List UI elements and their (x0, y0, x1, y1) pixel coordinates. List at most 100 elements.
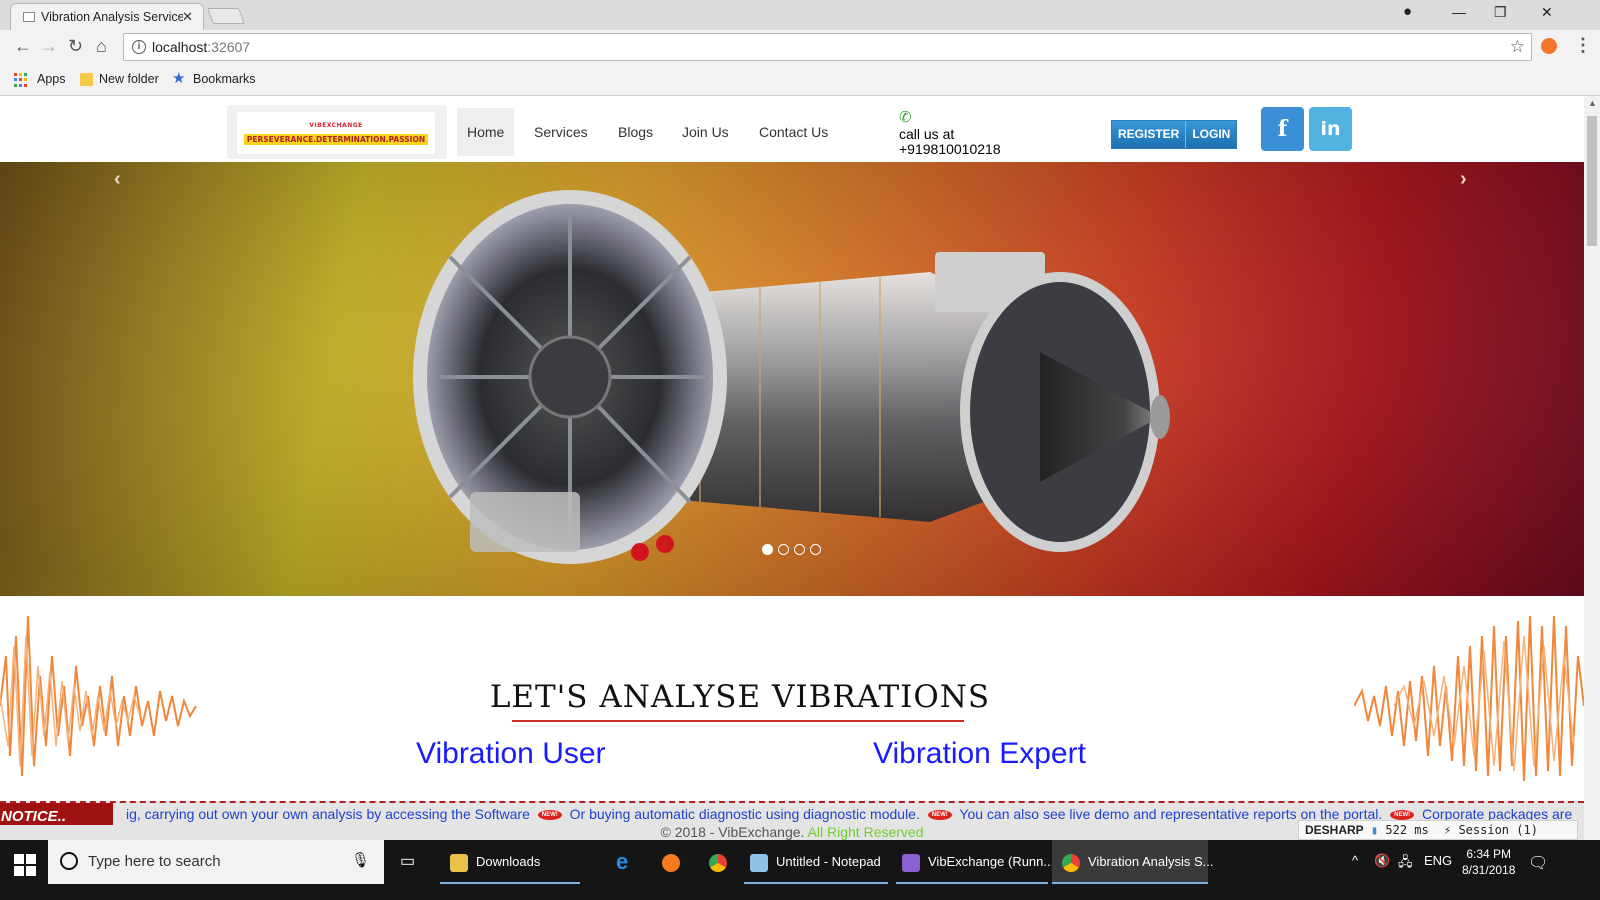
apps-grid-icon[interactable] (14, 73, 28, 87)
tab-close-icon[interactable]: ✕ (182, 9, 193, 25)
home-icon[interactable]: ⌂ (96, 36, 107, 57)
browser-tab-active[interactable]: Vibration Analysis Service ✕ (10, 3, 204, 30)
profile-icon[interactable]: ● (1403, 3, 1412, 20)
windows-taskbar: Type here to search 🎙 ▭ Downloads e Unti… (0, 840, 1600, 900)
ticker-item: Or buying automatic diagnostic using dia… (569, 806, 920, 822)
browser-tab-bar: Vibration Analysis Service ✕ ● — ❐ ✕ (0, 0, 1600, 30)
new-tab-button[interactable] (207, 8, 245, 24)
copyright-text: © 2018 - VibExchange. (660, 824, 805, 840)
taskbar-notepad[interactable]: Untitled - Notepad (744, 840, 888, 884)
chrome-icon (1062, 853, 1080, 872)
browser-menu-icon[interactable]: ⋮ (1574, 35, 1592, 56)
back-icon[interactable]: ← (14, 36, 32, 57)
hero-carousel: ‹ › (0, 162, 1584, 596)
nav-blogs[interactable]: Blogs (608, 108, 663, 156)
taskbar-item-label: Vibration Analysis S... (1088, 854, 1214, 869)
bookmark-star-icon[interactable]: ☆ (1510, 37, 1525, 57)
section-heading: LET'S ANALYSE VIBRATIONS (489, 679, 991, 715)
forward-icon[interactable]: → (40, 36, 58, 57)
carousel-dot[interactable] (762, 544, 773, 555)
reload-icon[interactable]: ↻ (68, 36, 83, 57)
folder-icon (80, 73, 93, 86)
desharp-profiler-bar[interactable]: DESHARP ▮ 522 ms ⚡ Session (1) (1298, 820, 1578, 840)
scrollbar-thumb[interactable] (1587, 116, 1597, 246)
extension-icon[interactable] (1541, 38, 1557, 54)
visual-studio-icon (902, 853, 920, 872)
folder-icon (450, 853, 468, 872)
taskbar-search-placeholder: Type here to search (88, 853, 221, 870)
windows-start-icon[interactable] (14, 854, 36, 876)
carousel-dot[interactable] (810, 544, 821, 555)
carousel-next-icon[interactable]: › (1460, 168, 1467, 191)
minimize-icon[interactable]: — (1452, 4, 1466, 20)
url-text: localhost:32607 (152, 39, 251, 55)
firefox-icon[interactable] (662, 840, 688, 884)
scroll-up-icon[interactable]: ▲ (1588, 98, 1597, 108)
taskbar-item-label: Downloads (476, 854, 541, 869)
vibration-expert-heading[interactable]: Vibration Expert (873, 737, 1086, 771)
login-button[interactable]: LOGIN (1185, 121, 1237, 148)
notice-label: NOTICE.. (0, 803, 113, 827)
tab-title: Vibration Analysis Service (41, 10, 183, 24)
microphone-icon[interactable]: 🎙 (351, 851, 370, 869)
rights-text: All Right Reserved (807, 824, 924, 840)
jet-engine-image (413, 190, 1170, 564)
bookmark-bookmarks[interactable]: Bookmarks (193, 72, 256, 86)
window-close-icon[interactable]: ✕ (1541, 4, 1553, 21)
nav-join-us[interactable]: Join Us (672, 108, 739, 156)
carousel-prev-icon[interactable]: ‹ (114, 168, 121, 191)
carousel-dot[interactable] (778, 544, 789, 555)
profiler-name: DESHARP (1305, 823, 1364, 837)
site-info-icon[interactable]: i (132, 40, 146, 54)
new-badge-icon: NEW! (1390, 810, 1415, 821)
nav-contact-us[interactable]: Contact Us (749, 108, 838, 156)
language-indicator[interactable]: ENG (1424, 853, 1452, 868)
network-icon[interactable]: 🖧 (1398, 853, 1413, 875)
taskbar-clock[interactable]: 6:34 PM 8/31/2018 (1462, 846, 1515, 878)
phone-icon: ✆ (899, 109, 912, 126)
site-logo[interactable]: VIBEXCHANGE PERSEVERANCE.DETERMINATION.P… (227, 105, 447, 159)
taskbar-visual-studio[interactable]: VibExchange (Runn... (896, 840, 1054, 884)
new-badge-icon: NEW! (927, 810, 952, 821)
vibration-user-heading[interactable]: Vibration User (416, 737, 606, 771)
bookmark-new-folder[interactable]: New folder (99, 72, 159, 86)
ticker-item: ig, carrying out own your own analysis b… (126, 806, 530, 822)
volume-muted-icon[interactable]: 🔇 (1374, 853, 1390, 869)
notepad-icon (750, 853, 768, 872)
taskbar-search[interactable]: Type here to search 🎙 (48, 840, 384, 884)
nav-home[interactable]: Home (457, 108, 515, 156)
bookmarks-star-icon: ★ (172, 70, 186, 87)
address-bar[interactable]: i localhost:32607 ☆ (123, 33, 1532, 61)
carousel-dot[interactable] (794, 544, 805, 555)
logo-badge: VIBEXCHANGE PERSEVERANCE.DETERMINATION.P… (237, 112, 435, 154)
restore-icon[interactable]: ❐ (1494, 4, 1507, 21)
nav-services[interactable]: Services (524, 108, 598, 156)
bar-chart-icon: ▮ (1370, 823, 1379, 837)
browser-toolbar: ← → ↻ ⌂ i localhost:32607 ☆ ⋮ (0, 30, 1600, 64)
firefox-logo (662, 853, 680, 872)
taskbar-item-label: VibExchange (Runn... (928, 854, 1055, 869)
bookmark-apps[interactable]: Apps (37, 72, 66, 86)
action-center-icon[interactable]: 🗨 (1528, 853, 1548, 873)
profiler-time: 522 ms (1385, 823, 1429, 837)
site-header: VIBEXCHANGE PERSEVERANCE.DETERMINATION.P… (0, 96, 1584, 162)
logo-brand-text: VIBEXCHANGE (309, 122, 363, 129)
chrome-icon[interactable] (709, 840, 735, 884)
taskbar-chrome-window[interactable]: Vibration Analysis S... (1052, 840, 1214, 884)
lightning-icon: ⚡ (1443, 823, 1452, 837)
linkedin-icon[interactable]: in (1309, 107, 1352, 151)
new-badge-icon: NEW! (537, 810, 562, 821)
tray-chevron-icon[interactable]: ^ (1352, 853, 1358, 868)
page-scrollbar[interactable]: ▲ (1584, 96, 1600, 840)
task-view-icon[interactable]: ▭ (400, 840, 415, 884)
clock-time: 6:34 PM (1466, 847, 1512, 861)
profiler-session[interactable]: Session (1) (1458, 823, 1537, 837)
bookmarks-bar: Apps New folder ★ Bookmarks (0, 64, 1600, 96)
carousel-indicators (762, 544, 821, 555)
clock-date: 8/31/2018 (1462, 863, 1516, 877)
edge-icon[interactable]: e (616, 840, 628, 884)
facebook-icon[interactable]: f (1261, 107, 1304, 151)
taskbar-downloads[interactable]: Downloads (440, 840, 580, 884)
taskbar-item-label: Untitled - Notepad (776, 854, 881, 869)
register-button[interactable]: REGISTER (1112, 121, 1186, 148)
